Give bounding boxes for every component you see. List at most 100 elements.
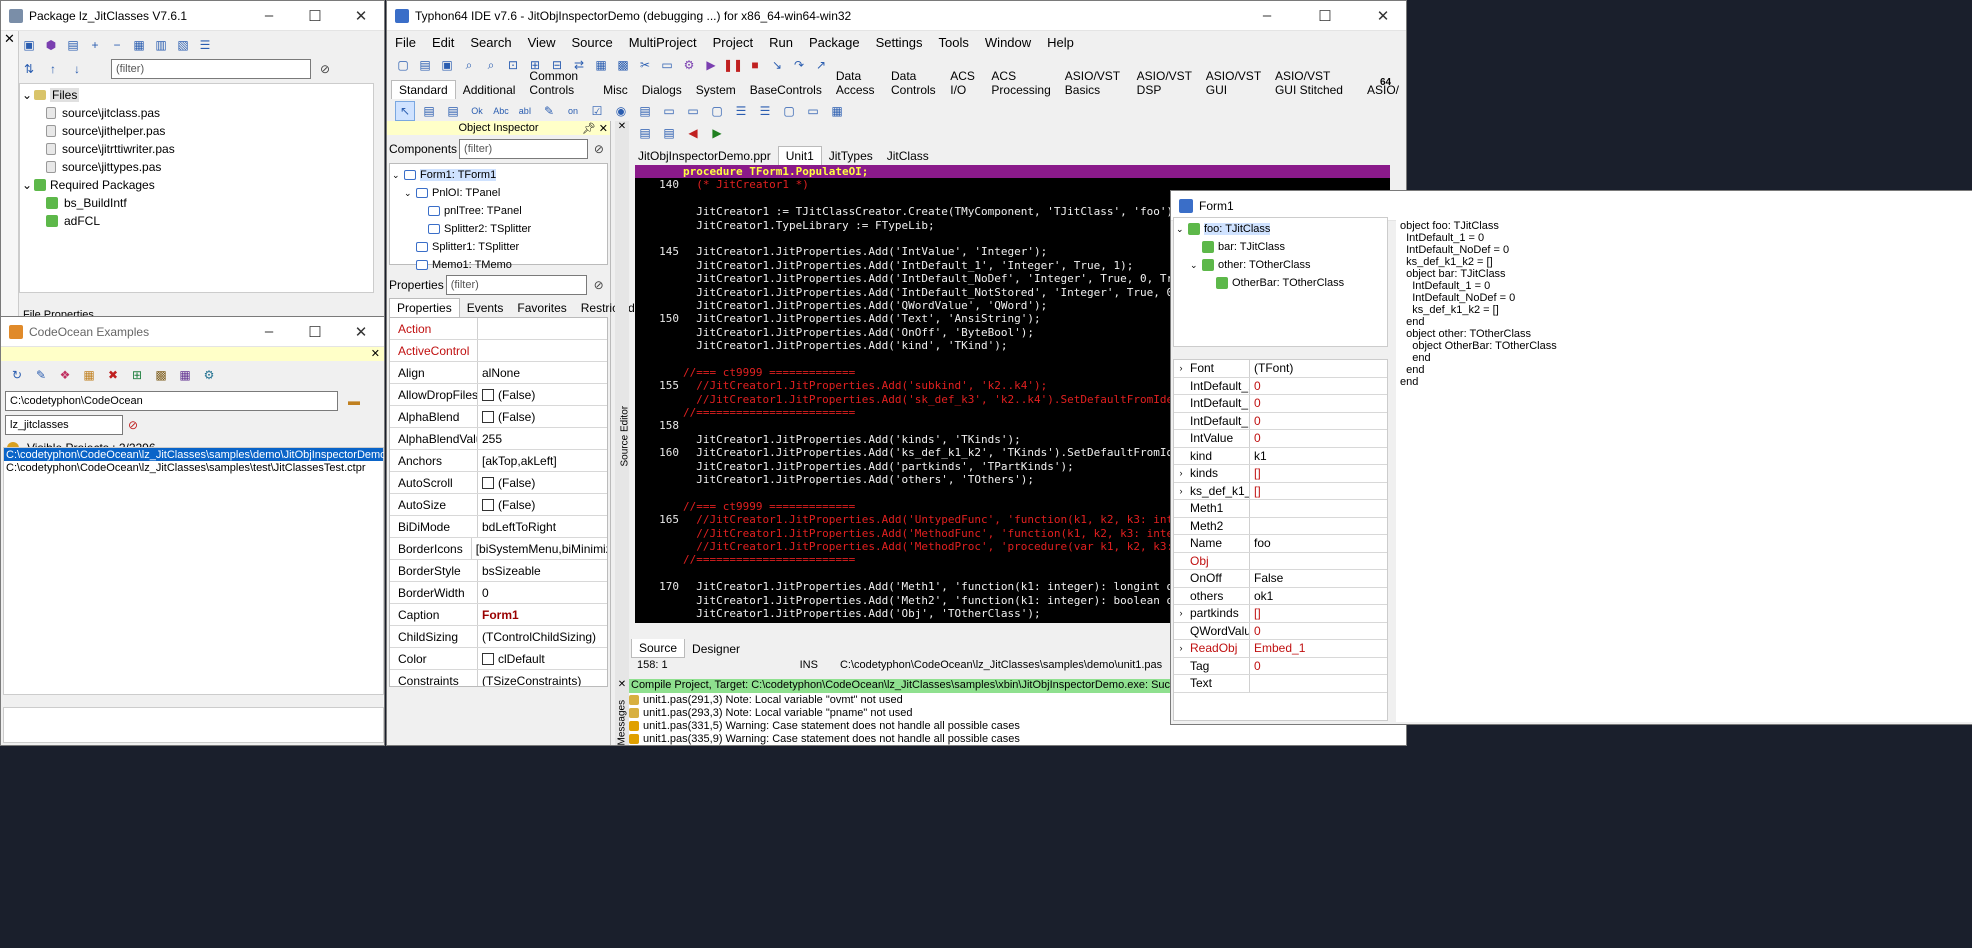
- options-icon[interactable]: ▦: [129, 35, 149, 55]
- menu-window[interactable]: Window: [977, 35, 1039, 50]
- menu-help[interactable]: Help: [1039, 35, 1082, 50]
- property-value[interactable]: Embed_1: [1250, 641, 1305, 655]
- codeocean-search-input[interactable]: lz_jitclasses: [5, 415, 123, 435]
- close-editor-icon[interactable]: ✕: [615, 121, 629, 132]
- oi-tab[interactable]: Properties: [389, 298, 460, 317]
- sort-icon[interactable]: ⇅: [19, 59, 39, 79]
- form1-property-row[interactable]: IntValue 0: [1174, 430, 1387, 448]
- tactionlist-icon[interactable]: ▦: [827, 101, 847, 121]
- property-row[interactable]: BorderIcons [biSystemMenu,biMinimize: [390, 538, 607, 560]
- property-row[interactable]: Anchors [akTop,akLeft]: [390, 450, 607, 472]
- expand-icon[interactable]: ⌄: [1190, 260, 1202, 271]
- form1-property-row[interactable]: Text: [1174, 675, 1387, 693]
- palette-tab[interactable]: Misc: [596, 81, 635, 99]
- view-icon[interactable]: ⊡: [503, 55, 523, 75]
- components-filter[interactable]: (filter): [459, 139, 588, 159]
- expand-icon[interactable]: ›: [1174, 363, 1188, 373]
- ttogglebox-icon[interactable]: on: [563, 101, 583, 121]
- browse-folder-icon[interactable]: ▬: [344, 391, 364, 411]
- settings-icon[interactable]: ⚙: [199, 365, 219, 385]
- property-value[interactable]: [akTop,akLeft]: [478, 454, 557, 468]
- property-value[interactable]: 0: [1250, 431, 1261, 445]
- delete-icon[interactable]: ✖: [103, 365, 123, 385]
- file-item[interactable]: source\jittypes.pas: [22, 158, 371, 176]
- tbutton-icon[interactable]: Ok: [467, 101, 487, 121]
- menu-project[interactable]: Project: [705, 35, 761, 50]
- property-row[interactable]: AlphaBlendValu 255: [390, 428, 607, 450]
- property-value[interactable]: foo: [1250, 536, 1271, 550]
- close-panel-icon[interactable]: ✕: [1, 31, 18, 47]
- file-item[interactable]: source\jithelper.pas: [22, 122, 371, 140]
- component-node[interactable]: Splitter2: TSplitter: [392, 220, 605, 238]
- tlistbox-icon[interactable]: ▤: [635, 101, 655, 121]
- minimize-button[interactable]: –: [1244, 7, 1290, 24]
- form1-property-row[interactable]: › ReadObj Embed_1: [1174, 640, 1387, 658]
- property-value[interactable]: []: [1250, 606, 1261, 620]
- tmainmenu-icon[interactable]: ▤: [419, 101, 439, 121]
- property-value[interactable]: (False): [478, 476, 535, 490]
- component-node[interactable]: ⌄ PnlOI: TPanel: [392, 184, 605, 202]
- close-oi-icon[interactable]: ✕: [599, 122, 608, 135]
- property-value[interactable]: 0: [1250, 659, 1261, 673]
- close-button[interactable]: ✕: [1360, 7, 1406, 25]
- tpanel-icon[interactable]: ▢: [779, 101, 799, 121]
- form1-property-row[interactable]: › partkinds[]: [1174, 605, 1387, 623]
- property-value[interactable]: False: [1250, 571, 1283, 585]
- run-icon[interactable]: ▶: [701, 55, 721, 75]
- save-icon[interactable]: ▣: [437, 55, 457, 75]
- editor-tab[interactable]: JitTypes: [822, 147, 880, 165]
- replace-icon[interactable]: ⌕: [481, 55, 501, 75]
- palette-tab[interactable]: Standard: [391, 80, 456, 99]
- package-item[interactable]: adFCL: [22, 212, 371, 230]
- close-messages-icon[interactable]: ✕: [615, 679, 629, 690]
- object-node[interactable]: ⌄ foo: TJitClass: [1176, 220, 1385, 238]
- expand-icon[interactable]: ⌄: [404, 188, 416, 199]
- form1-property-row[interactable]: Obj: [1174, 552, 1387, 570]
- property-value[interactable]: 0: [1250, 624, 1261, 638]
- form1-memo[interactable]: object foo: TJitClass IntDefault_1 = 0 I…: [1396, 217, 1972, 722]
- editor-tab[interactable]: Unit1: [777, 146, 822, 165]
- codeocean-path-input[interactable]: C:\codetyphon\CodeOcean: [5, 391, 338, 411]
- tedit-icon[interactable]: abI: [515, 101, 535, 121]
- object-node[interactable]: OtherBar: TOtherClass: [1176, 274, 1385, 292]
- property-row[interactable]: Caption Form1: [390, 604, 607, 626]
- property-row[interactable]: AlphaBlend (False): [390, 406, 607, 428]
- property-value[interactable]: []: [1250, 484, 1261, 498]
- grid-icon[interactable]: ▦: [175, 365, 195, 385]
- edit-icon[interactable]: ✎: [31, 365, 51, 385]
- codeocean-memo[interactable]: [3, 707, 384, 743]
- tcheckbox-icon[interactable]: ☑: [587, 101, 607, 121]
- palette-tab[interactable]: Dialogs: [635, 81, 689, 99]
- property-value[interactable]: 0: [478, 586, 489, 600]
- palette-tab[interactable]: ASIO/VST GUI: [1199, 67, 1268, 99]
- object-node[interactable]: bar: TJitClass: [1176, 238, 1385, 256]
- add-icon[interactable]: +: [85, 35, 105, 55]
- property-value[interactable]: []: [1250, 466, 1261, 480]
- component-node[interactable]: ⌄ Form1: TForm1: [392, 166, 605, 184]
- property-value[interactable]: 0: [1250, 379, 1261, 393]
- form1-property-row[interactable]: others ok1: [1174, 587, 1387, 605]
- component-node[interactable]: pnlTree: TPanel: [392, 202, 605, 220]
- property-value[interactable]: bdLeftToRight: [478, 520, 556, 534]
- form1-property-row[interactable]: IntDefault_1 0: [1174, 377, 1387, 395]
- close-hint-icon[interactable]: ✕: [371, 348, 380, 360]
- form1-property-row[interactable]: ›ks_def_k1_k2[]: [1174, 482, 1387, 500]
- menu-settings[interactable]: Settings: [868, 35, 931, 50]
- property-value[interactable]: 0: [1250, 414, 1261, 428]
- tradiobutton-icon[interactable]: ◉: [611, 101, 631, 121]
- property-value[interactable]: 0: [1250, 396, 1261, 410]
- expand-icon[interactable]: ›: [1174, 643, 1188, 653]
- use-icon[interactable]: ▤: [63, 35, 83, 55]
- maximize-button[interactable]: ☐: [292, 323, 338, 341]
- back-icon[interactable]: ◀: [683, 123, 703, 143]
- form1-property-row[interactable]: IntDefault_No0: [1174, 412, 1387, 430]
- property-row[interactable]: Color clDefault: [390, 648, 607, 670]
- clear-filter-icon[interactable]: ⊘: [315, 59, 335, 79]
- checkbox-icon[interactable]: [482, 477, 494, 490]
- menu-view[interactable]: View: [520, 35, 564, 50]
- properties-filter[interactable]: (filter): [445, 275, 588, 295]
- forward-icon[interactable]: ▶: [707, 123, 727, 143]
- minimize-button[interactable]: –: [246, 7, 292, 24]
- menu-source[interactable]: Source: [564, 35, 621, 50]
- close-button[interactable]: ✕: [338, 323, 384, 341]
